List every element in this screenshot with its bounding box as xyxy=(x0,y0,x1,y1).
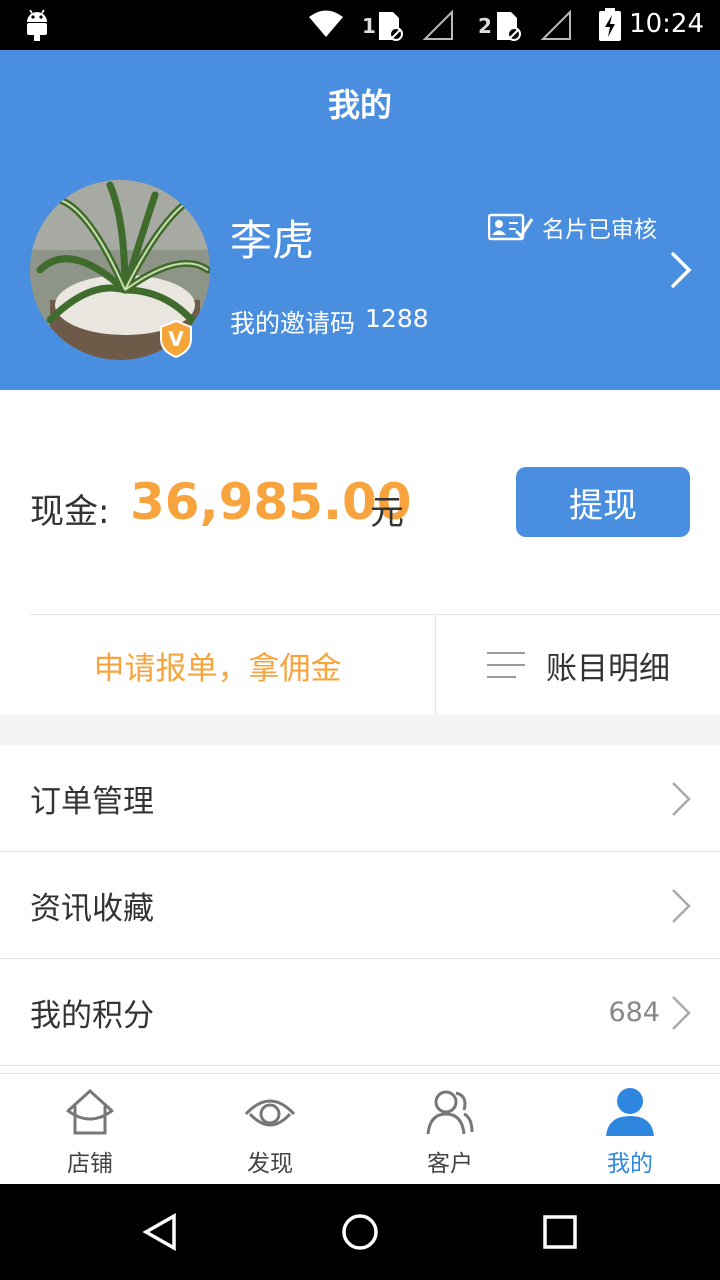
chevron-right-icon xyxy=(672,889,691,923)
tab-label: 发现 xyxy=(247,1151,293,1177)
sim1-number: 1 xyxy=(362,14,376,38)
battery-charging-icon xyxy=(599,8,621,41)
withdraw-button[interactable]: 提现 xyxy=(516,467,690,537)
menu-item-label: 我的积分 xyxy=(30,998,154,1034)
tab-profile[interactable]: 我的 xyxy=(540,1074,720,1185)
profile-icon xyxy=(606,1088,654,1136)
menu-list: 订单管理 资讯收藏 我的积分 684 xyxy=(0,745,720,1066)
page-title: 我的 xyxy=(327,86,392,124)
menu-item-orders[interactable]: 订单管理 xyxy=(0,745,720,852)
menu-item-label: 订单管理 xyxy=(30,784,154,820)
chevron-right-icon[interactable] xyxy=(668,250,694,290)
android-icon xyxy=(27,9,47,41)
profile-header[interactable]: 我的 V 李虎 名片已审核 我的邀请码 1288 xyxy=(0,50,720,390)
home-icon[interactable] xyxy=(340,1212,380,1252)
back-icon[interactable] xyxy=(140,1212,180,1252)
menu-item-points[interactable]: 我的积分 684 xyxy=(0,959,720,1066)
verified-label: 名片已审核 xyxy=(542,217,657,243)
action-row: 申请报单，拿佣金 账目明细 xyxy=(0,615,720,715)
tab-customers[interactable]: 客户 xyxy=(360,1074,540,1185)
user-name: 李虎 xyxy=(230,216,315,265)
invite-code-row: 我的邀请码 1288 xyxy=(230,304,429,340)
store-icon xyxy=(66,1088,114,1135)
signal1-icon xyxy=(422,10,453,40)
menu-item-label: 资讯收藏 xyxy=(30,891,154,927)
section-gap xyxy=(0,715,720,745)
menu-item-favorites[interactable]: 资讯收藏 xyxy=(0,852,720,959)
invite-code: 1288 xyxy=(365,304,429,333)
vip-badge-letter: V xyxy=(168,327,184,351)
cash-section: 现金: 36,985.00 元 提现 xyxy=(0,390,720,614)
apply-commission-label: 申请报单，拿佣金 xyxy=(93,650,342,687)
sim2-number: 2 xyxy=(478,14,492,38)
ledger-details-label: 账目明细 xyxy=(546,650,670,687)
apply-commission-button[interactable]: 申请报单，拿佣金 xyxy=(0,615,435,715)
tab-label: 店铺 xyxy=(67,1151,113,1177)
status-bar: 1 2 10:24 xyxy=(0,0,720,50)
list-lines-icon xyxy=(487,652,525,678)
points-value: 684 xyxy=(608,997,660,1028)
sim2-icon xyxy=(497,12,521,41)
sim1-icon xyxy=(379,12,403,41)
divider xyxy=(0,1065,720,1066)
business-card-verified-icon xyxy=(488,213,534,241)
signal2-icon xyxy=(540,10,571,40)
tab-store[interactable]: 店铺 xyxy=(0,1074,180,1185)
bottom-tab-bar: 店铺 发现 客户 我的 xyxy=(0,1073,720,1184)
tab-label: 客户 xyxy=(427,1151,473,1177)
system-nav-bar xyxy=(0,1184,720,1280)
chevron-right-icon xyxy=(672,996,691,1030)
cash-label: 现金: xyxy=(30,492,110,532)
card-verified-status: 名片已审核 xyxy=(488,210,657,244)
chevron-right-icon xyxy=(672,782,691,816)
customers-icon xyxy=(426,1090,474,1135)
tab-label: 我的 xyxy=(607,1151,653,1177)
cash-unit: 元 xyxy=(370,493,404,533)
eye-icon xyxy=(244,1099,296,1127)
ledger-details-button[interactable]: 账目明细 xyxy=(436,615,720,715)
vip-badge-icon: V xyxy=(160,320,192,358)
tab-discover[interactable]: 发现 xyxy=(180,1074,360,1185)
invite-label: 我的邀请码 xyxy=(230,309,356,338)
clock: 10:24 xyxy=(629,9,704,39)
recents-icon[interactable] xyxy=(542,1212,578,1252)
wifi-icon xyxy=(309,10,343,37)
